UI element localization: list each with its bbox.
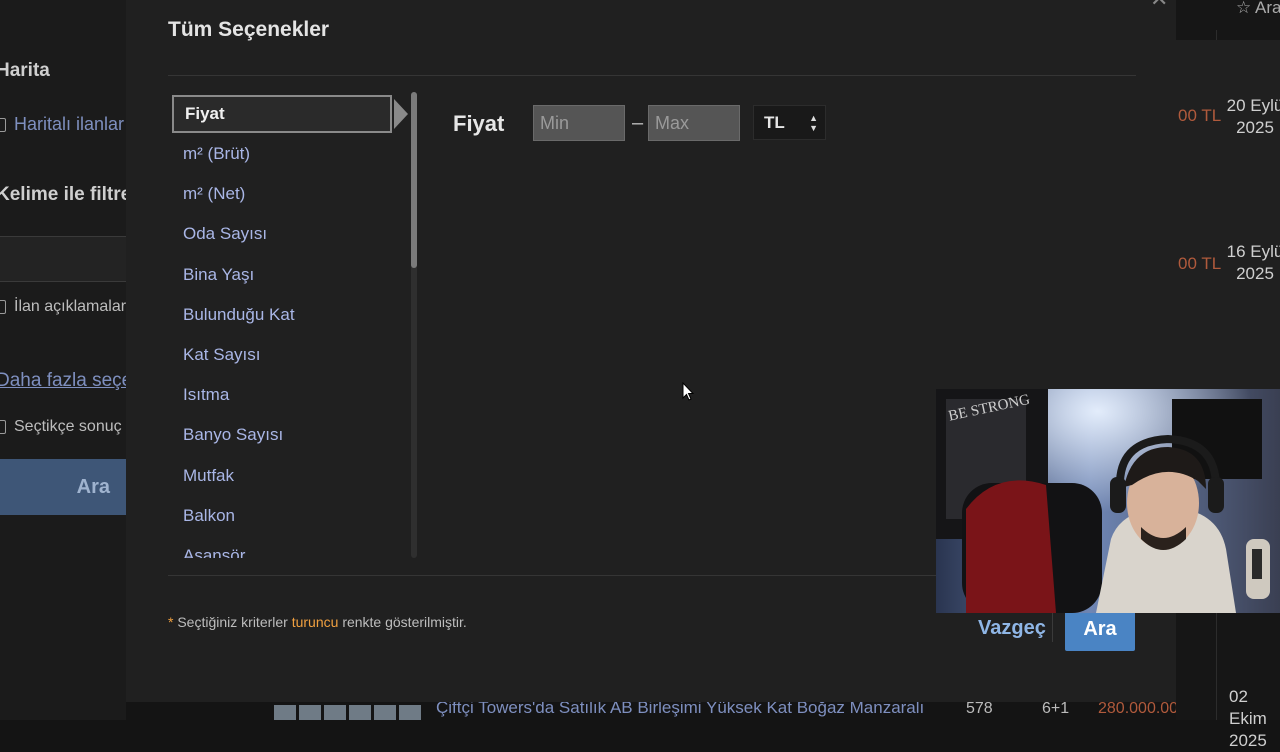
menu-item-4[interactable]: Bina Yaşı	[168, 255, 408, 295]
thumbnail	[399, 705, 421, 720]
thumbnail	[299, 705, 321, 720]
more-options-link[interactable]: Daha fazla seçen	[0, 370, 126, 392]
button-separator	[1052, 612, 1053, 642]
favorite-search-link[interactable]: ☆ Ara	[1236, 0, 1280, 18]
range-separator: –	[632, 112, 644, 134]
price-max-input[interactable]	[648, 105, 740, 141]
thumbnail	[274, 705, 296, 720]
instant-results-option[interactable]: Seçtikçe sonuç	[0, 418, 122, 436]
background-filter-panel: Harita Haritalı ilanlar Kelime ile filtr…	[0, 0, 126, 720]
price-filter-label: Fiyat	[453, 111, 505, 136]
footnote: * Seçtiğiniz kriterler turuncu renkte gö…	[168, 614, 467, 630]
map-listings-label: Haritalı ilanlar	[14, 114, 125, 134]
listing-area: 578	[966, 700, 993, 717]
menu-item-3[interactable]: Oda Sayısı	[168, 214, 408, 254]
menu-item-1[interactable]: m² (Brüt)	[168, 134, 408, 174]
currency-value: TL	[764, 112, 785, 132]
listing-rooms: 6+1	[1042, 700, 1070, 717]
keyword-filter-heading: Kelime ile filtrel	[0, 184, 126, 205]
thumbnail	[374, 705, 396, 720]
listing-date: 16 Eylü 2025	[1226, 242, 1280, 283]
menu-item-5[interactable]: Bulunduğu Kat	[168, 295, 408, 335]
thumbnail	[324, 705, 346, 720]
search-button[interactable]: Ara	[1065, 607, 1135, 651]
menu-item-2[interactable]: m² (Net)	[168, 174, 408, 214]
price-min-input[interactable]	[533, 105, 625, 141]
modal-title: Tüm Seçenekler	[168, 18, 330, 41]
listing-row[interactable]: 00 TL 16 Eylü 2025	[1176, 188, 1280, 336]
map-heading: Harita	[0, 60, 50, 81]
listing-thumbnails	[274, 705, 421, 720]
menu-scrollbar-thumb[interactable]	[411, 92, 417, 268]
menu-item-0[interactable]: Fiyat	[172, 95, 408, 133]
listing-price: 280.000.000 TL	[1098, 700, 1176, 717]
listing-price: 00 TL	[1178, 106, 1222, 125]
thumbnail	[349, 705, 371, 720]
descriptions-checkbox[interactable]	[0, 300, 6, 314]
keyword-input[interactable]	[0, 236, 126, 282]
filter-category-menu: Fiyat m² (Brüt) m² (Net) Oda Sayısı Bina Yaş…	[168, 90, 408, 558]
highlight-word: turuncu	[291, 614, 339, 630]
cancel-button[interactable]: Vazgeç	[978, 617, 1046, 640]
mouse-cursor-icon	[682, 382, 694, 401]
background-search-button[interactable]: Ara	[0, 459, 126, 515]
map-listings-checkbox[interactable]	[0, 117, 6, 132]
listing-date: 02 Ekim 2025	[1229, 687, 1267, 750]
menu-item-7[interactable]: Isıtma	[168, 375, 408, 415]
webcam-video-image: BE STRONG	[936, 389, 1280, 613]
descriptions-option[interactable]: İlan açıklamaları	[0, 298, 126, 316]
menu-item-10[interactable]: Balkon	[168, 496, 408, 536]
instant-results-checkbox[interactable]	[0, 420, 6, 434]
instant-results-label: Seçtikçe sonuç	[14, 418, 122, 435]
select-arrows-icon: ▲ ▼	[809, 113, 818, 133]
menu-item-6[interactable]: Kat Sayısı	[168, 335, 408, 375]
webcam-overlay: BE STRONG	[936, 389, 1280, 613]
descriptions-label: İlan açıklamaları	[14, 298, 126, 315]
listing-date: 20 Eylü 2025	[1226, 96, 1280, 137]
map-listings-option[interactable]: Haritalı ilanlar	[0, 114, 124, 135]
listing-price: 00 TL	[1178, 254, 1222, 273]
close-icon[interactable]: ✕	[1150, 0, 1168, 12]
menu-item-9[interactable]: Mutfak	[168, 456, 408, 496]
divider	[168, 75, 1136, 76]
menu-item-11[interactable]: Asansör	[168, 536, 408, 558]
listing-row[interactable]: 00 TL 20 Eylü 2025	[1176, 40, 1280, 188]
currency-select[interactable]: TL ▲ ▼	[753, 105, 826, 140]
menu-item-8[interactable]: Banyo Sayısı	[168, 415, 408, 455]
